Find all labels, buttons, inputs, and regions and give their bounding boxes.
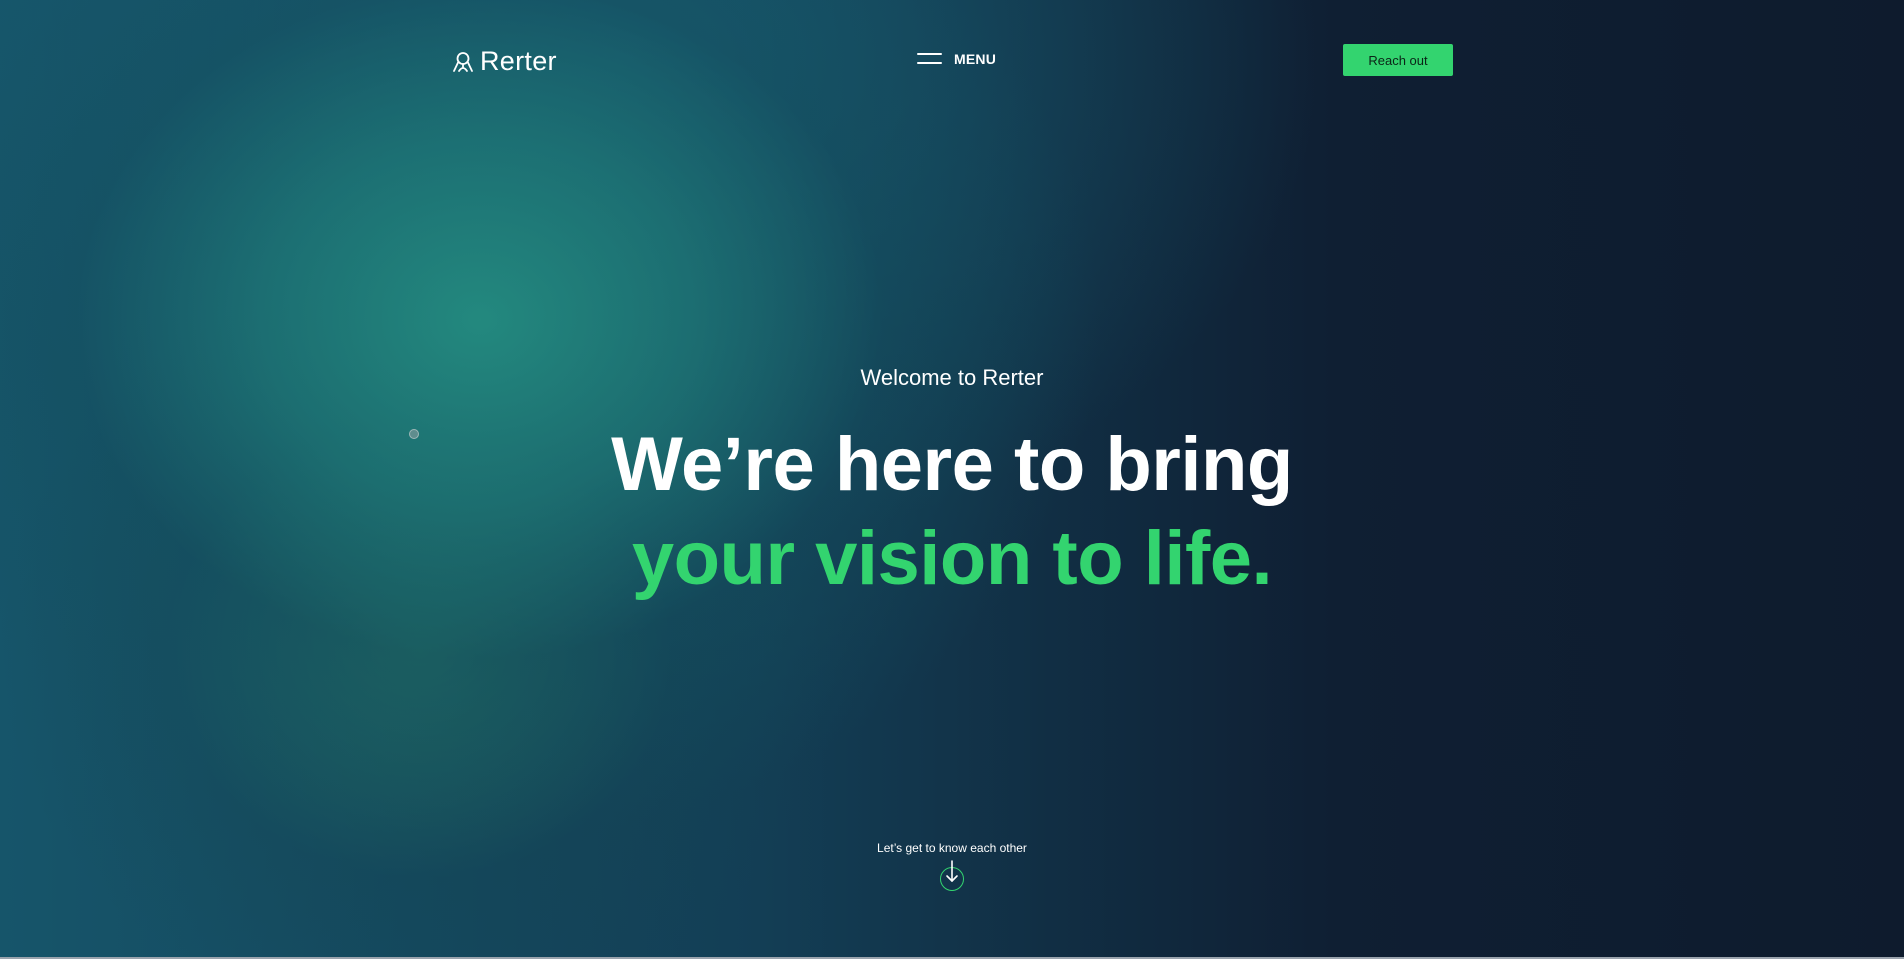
hamburger-icon xyxy=(917,53,942,65)
menu-label: MENU xyxy=(954,51,997,67)
cursor-dot xyxy=(409,429,419,439)
menu-toggle[interactable]: MENU xyxy=(917,51,996,67)
reach-out-button[interactable]: Reach out xyxy=(1343,44,1453,76)
hero-eyebrow: Welcome to Rerter xyxy=(860,365,1044,390)
scroll-cue: Let’s get to know each other xyxy=(0,841,1904,891)
brand-name: Rerter xyxy=(480,46,557,76)
scroll-cue-label: Let’s get to know each other xyxy=(877,841,1027,855)
hero-headline: We’re here to bring your vision to life. xyxy=(0,418,1904,606)
scroll-down-button[interactable] xyxy=(940,860,964,891)
headline-line-2: your vision to life. xyxy=(631,516,1273,601)
rerter-mark-icon xyxy=(452,51,474,73)
headline-line-1: We’re here to bring xyxy=(611,422,1293,507)
site-header: Rerter MENU Reach out xyxy=(0,44,1904,80)
brand-logo[interactable]: Rerter xyxy=(452,46,557,77)
